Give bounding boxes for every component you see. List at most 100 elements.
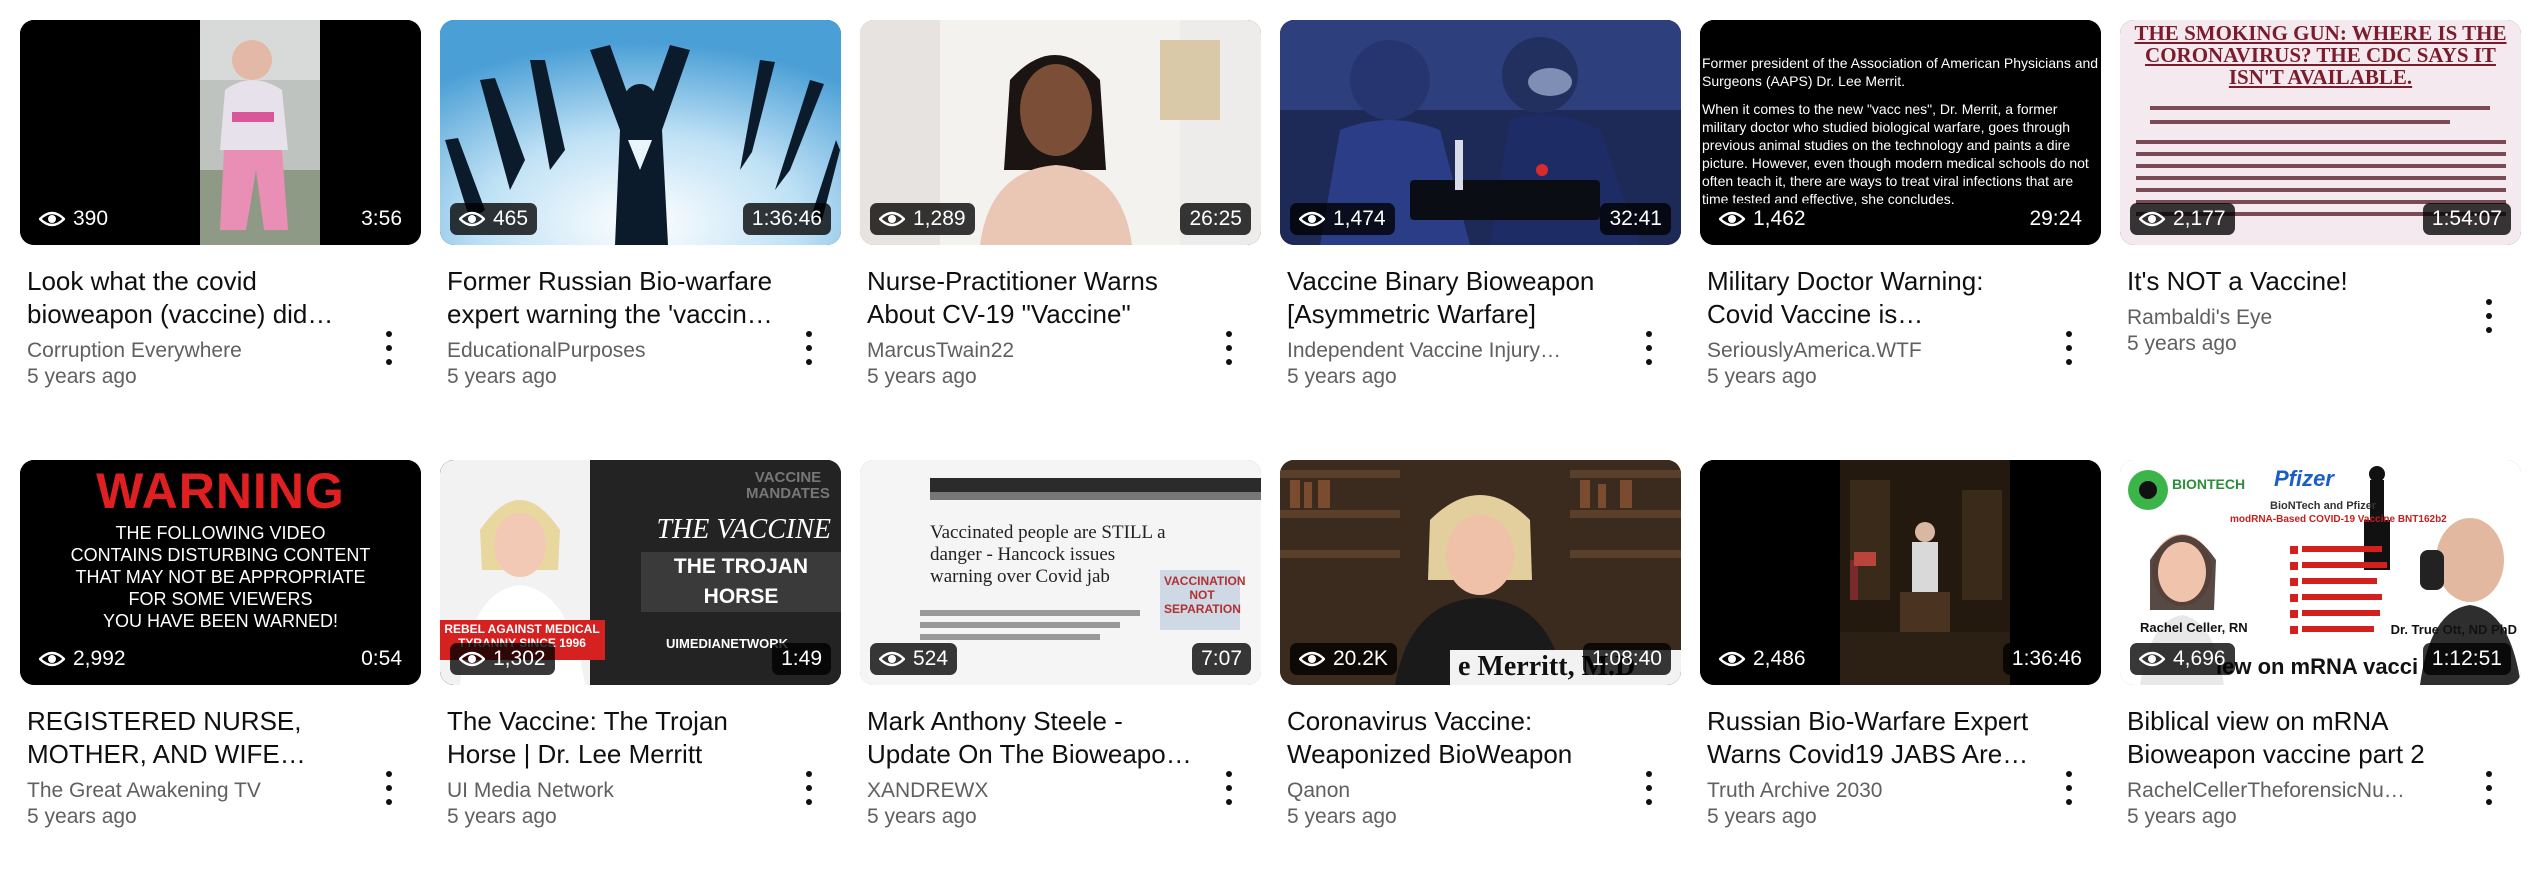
channel-name[interactable]: EducationalPurposes (447, 337, 781, 364)
video-thumbnail[interactable]: Former president of the Association of A… (1700, 20, 2101, 245)
view-count: 524 (913, 647, 949, 670)
channel-name[interactable]: Rambaldi's Eye (2127, 304, 2461, 331)
more-options-icon[interactable] (1225, 771, 1233, 805)
video-thumbnail[interactable]: THE VACCINE THE TROJAN HORSE REBEL AGAIN… (440, 460, 841, 685)
duration-badge: 1:36:46 (742, 203, 831, 235)
upload-age: 5 years ago (1287, 365, 1397, 388)
upload-age: 5 years ago (2127, 805, 2237, 828)
thumbnail-warning-heading: WARNING (96, 463, 345, 519)
thumbnail-article-headline: Vaccinated people are STILL a danger - H… (930, 522, 1166, 587)
view-count: 2,486 (1753, 647, 1806, 670)
view-count: 1,462 (1753, 207, 1806, 230)
eye-icon (459, 651, 485, 667)
upload-age: 5 years ago (1287, 805, 1397, 828)
view-count: 1,474 (1333, 207, 1386, 230)
view-count: 1,289 (913, 207, 966, 230)
channel-name[interactable]: Corruption Everywhere (27, 337, 361, 364)
channel-name[interactable]: XANDREWX (867, 777, 1201, 804)
more-options-icon[interactable] (2485, 771, 2493, 805)
video-title[interactable]: Former Russian Bio-warfare expert warnin… (447, 265, 781, 331)
video-title[interactable]: It's NOT a Vaccine! (2127, 265, 2461, 298)
duration-badge: 1:54:07 (2422, 203, 2511, 235)
video-thumbnail[interactable]: 2,486 1:36:46 (1700, 460, 2101, 685)
video-title[interactable]: Look what the covid bioweapon (vaccine) … (27, 265, 361, 331)
eye-icon (459, 211, 485, 227)
view-count-badge: 465 (450, 203, 538, 235)
video-card[interactable]: THE VACCINE THE TROJAN HORSE REBEL AGAIN… (440, 460, 841, 872)
video-card[interactable]: THE SMOKING GUN: WHERE IS THE CORONAVIRU… (2120, 20, 2521, 460)
video-card[interactable]: 1,289 26:25 Nurse-Practitioner Warns Abo… (860, 20, 1261, 460)
view-count: 20.2K (1333, 647, 1388, 670)
video-thumbnail[interactable]: 465 1:36:46 (440, 20, 841, 245)
more-options-icon[interactable] (2485, 299, 2493, 333)
video-card[interactable]: 465 1:36:46 Former Russian Bio-warfare e… (440, 20, 841, 460)
video-title[interactable]: REGISTERED NURSE, MOTHER, AND WIFE TAKEN… (27, 705, 361, 771)
view-count-badge: 1,462 (1710, 203, 1815, 235)
video-card[interactable]: Former president of the Association of A… (1700, 20, 2101, 460)
duration-badge: 1:08:40 (1582, 643, 1671, 675)
video-card[interactable]: Vaccinated people are STILL a danger - H… (860, 460, 1261, 872)
thumbnail-series-title: THE VACCINE (656, 514, 831, 545)
more-options-icon[interactable] (2065, 771, 2073, 805)
channel-name[interactable]: RachelCellerTheforensicNu… (2127, 777, 2461, 804)
thumbnail-episode-title: THE TROJAN HORSE (641, 552, 841, 612)
duration-badge: 26:25 (1180, 203, 1251, 235)
video-card[interactable]: e Merritt, M.D 20.2K 1:08:40 Coronavirus… (1280, 460, 1681, 872)
eye-icon (879, 651, 905, 667)
channel-name[interactable]: Independent Vaccine Injury… (1287, 337, 1621, 364)
view-count: 1,302 (493, 647, 546, 670)
video-thumbnail[interactable]: e Merritt, M.D 20.2K 1:08:40 (1280, 460, 1681, 685)
view-count: 2,177 (2173, 207, 2226, 230)
video-card[interactable]: BIONTECH Pfizer BioNTech and Pfizer modR… (2120, 460, 2521, 872)
video-title[interactable]: Russian Bio-Warfare Expert Warns Covid19… (1707, 705, 2041, 771)
video-thumbnail[interactable]: Vaccinated people are STILL a danger - H… (860, 460, 1261, 685)
thumbnail-caption: Former president of the Association of A… (1702, 55, 2099, 89)
more-options-icon[interactable] (385, 331, 393, 365)
video-thumbnail[interactable]: WARNING THE FOLLOWING VIDEO CONTAINS DIS… (20, 460, 421, 685)
channel-name[interactable]: SeriouslyAmerica.WTF (1707, 337, 2041, 364)
video-title[interactable]: Biblical view on mRNA Bioweapon vaccine … (2127, 705, 2461, 771)
video-grid: 390 3:56 Look what the covid bioweapon (… (0, 0, 2530, 852)
more-options-icon[interactable] (385, 771, 393, 805)
duration-badge: 32:41 (1600, 203, 1671, 235)
video-thumbnail[interactable]: 390 3:56 (20, 20, 421, 245)
video-thumbnail[interactable]: 1,289 26:25 (860, 20, 1261, 245)
more-options-icon[interactable] (1645, 331, 1653, 365)
channel-name[interactable]: UI Media Network (447, 777, 781, 804)
view-count-badge: 4,696 (2130, 643, 2235, 675)
video-title[interactable]: Military Doctor Warning: Covid Vaccine i… (1707, 265, 2041, 331)
eye-icon (2139, 211, 2165, 227)
more-options-icon[interactable] (805, 771, 813, 805)
video-title[interactable]: Vaccine Binary Bioweapon [Asymmetric War… (1287, 265, 1621, 331)
video-thumbnail[interactable]: THE SMOKING GUN: WHERE IS THE CORONAVIRU… (2120, 20, 2521, 245)
channel-name[interactable]: MarcusTwain22 (867, 337, 1201, 364)
thumbnail-person-left: Rachel Celler, RN (2140, 620, 2248, 635)
video-title[interactable]: Coronavirus Vaccine: Weaponized BioWeapo… (1287, 705, 1621, 771)
view-count-badge: 2,177 (2130, 203, 2235, 235)
video-card[interactable]: 390 3:56 Look what the covid bioweapon (… (20, 20, 421, 460)
more-options-icon[interactable] (1225, 331, 1233, 365)
more-options-icon[interactable] (2065, 331, 2073, 365)
upload-age: 5 years ago (27, 805, 137, 828)
more-options-icon[interactable] (805, 331, 813, 365)
video-title[interactable]: Mark Anthony Steele - Update On The Biow… (867, 705, 1201, 771)
thumbnail-headline: THE SMOKING GUN: WHERE IS THE CORONAVIRU… (2134, 21, 2507, 89)
video-title[interactable]: Nurse-Practitioner Warns About CV-19 "Va… (867, 265, 1201, 331)
thumbnail-logo-pfizer: Pfizer (2274, 466, 2334, 491)
more-options-icon[interactable] (1645, 771, 1653, 805)
eye-icon (1719, 211, 1745, 227)
video-thumbnail[interactable]: BIONTECH Pfizer BioNTech and Pfizer modR… (2120, 460, 2521, 685)
video-title[interactable]: The Vaccine: The Trojan Horse | Dr. Lee … (447, 705, 781, 771)
video-thumbnail[interactable]: 1,474 32:41 (1280, 20, 1681, 245)
video-card[interactable]: 2,486 1:36:46 Russian Bio-Warfare Expert… (1700, 460, 2101, 872)
channel-name[interactable]: Qanon (1287, 777, 1621, 804)
channel-name[interactable]: The Great Awakening TV (27, 777, 361, 804)
thumbnail-warning-text: THE FOLLOWING VIDEO CONTAINS DISTURBING … (70, 523, 371, 631)
upload-age: 5 years ago (1707, 365, 1817, 388)
view-count-badge: 1,289 (870, 203, 975, 235)
channel-name[interactable]: Truth Archive 2030 (1707, 777, 2041, 804)
upload-age: 5 years ago (867, 365, 977, 388)
video-card[interactable]: 1,474 32:41 Vaccine Binary Bioweapon [As… (1280, 20, 1681, 460)
duration-badge: 29:24 (2020, 203, 2091, 235)
video-card[interactable]: WARNING THE FOLLOWING VIDEO CONTAINS DIS… (20, 460, 421, 872)
